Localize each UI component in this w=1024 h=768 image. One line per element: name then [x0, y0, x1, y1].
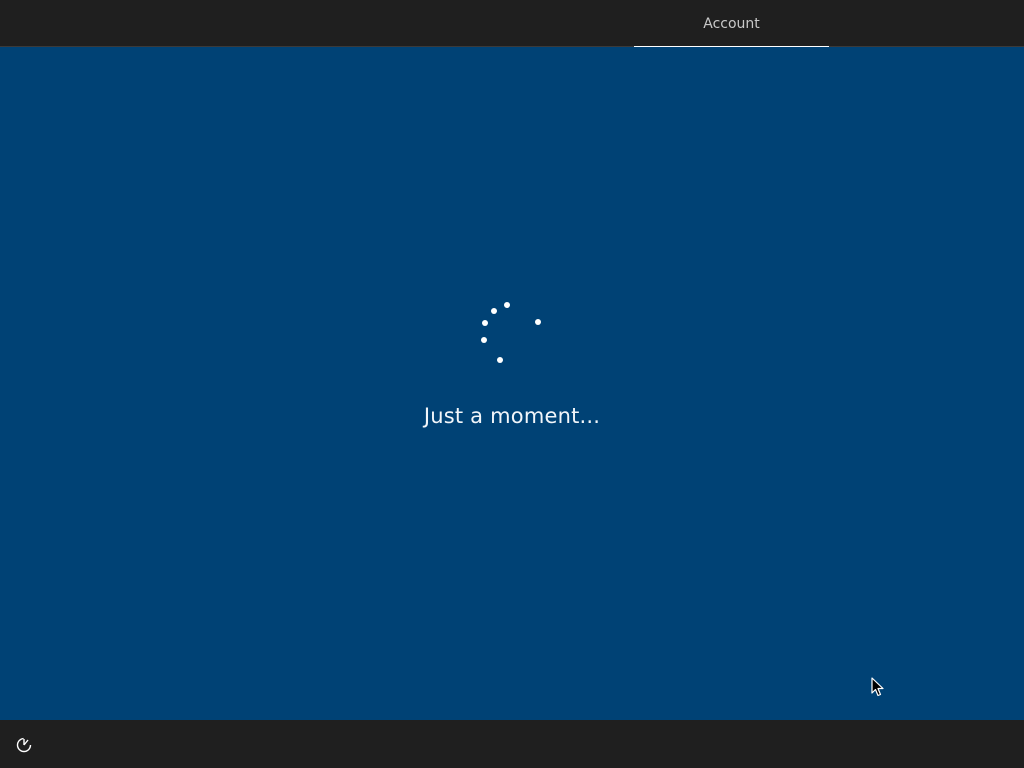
spinner-dot [497, 357, 503, 363]
bottom-bar [0, 720, 1024, 768]
mouse-pointer-icon [871, 677, 884, 697]
spinner-dot [481, 337, 487, 343]
spinner-dot [491, 308, 497, 314]
spinner-dot [504, 302, 510, 308]
status-message: Just a moment... [423, 404, 601, 428]
spinner-dot [535, 319, 541, 325]
loading-spinner [481, 302, 541, 363]
ease-of-access-button[interactable] [12, 733, 36, 757]
ease-of-access-icon [16, 737, 32, 753]
spinner-dot [482, 320, 488, 326]
